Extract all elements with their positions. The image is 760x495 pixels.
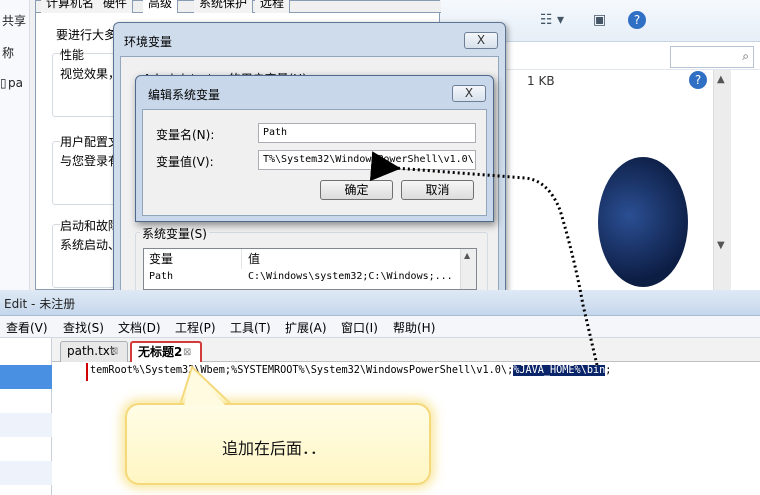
callout-pointer-cover — [184, 372, 226, 406]
